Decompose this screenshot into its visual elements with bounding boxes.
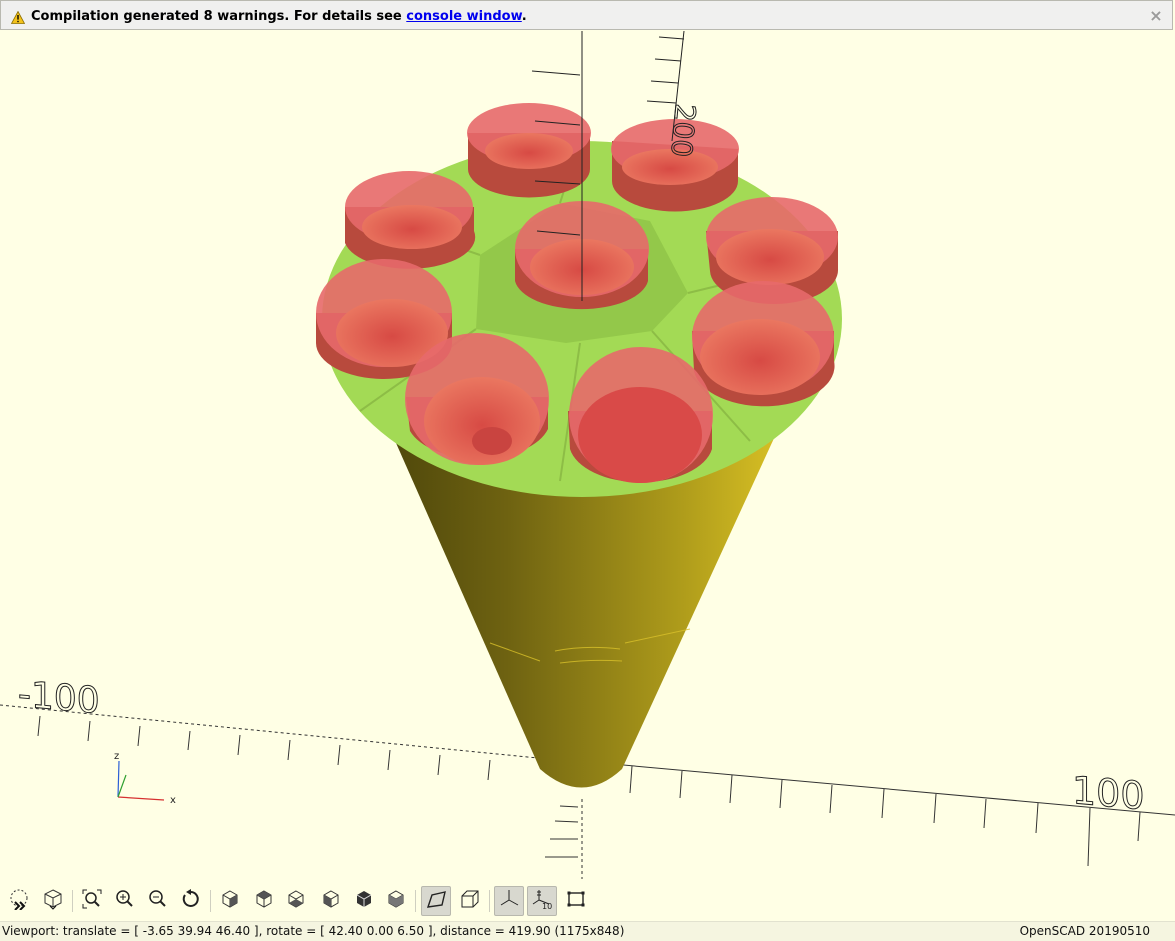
svg-text:10: 10 [542, 902, 552, 910]
reset-view-icon [180, 888, 202, 914]
pos-x-axis-label: 100 [1072, 768, 1146, 819]
view-top-icon [253, 888, 275, 914]
view-left-button[interactable] [316, 886, 346, 916]
view-right-icon [219, 888, 241, 914]
view-front-icon [353, 888, 375, 914]
console-window-link[interactable]: console window [406, 9, 522, 24]
zoom-out-icon [147, 888, 169, 914]
show-axes-icon [498, 888, 520, 914]
zoom-out-button[interactable] [143, 886, 173, 916]
svg-text:100: 100 [1072, 768, 1145, 818]
render-button[interactable] [38, 886, 68, 916]
axes-gizmo: x z [114, 751, 176, 806]
show-scale-markers-button[interactable]: 10 [527, 886, 557, 916]
show-scale-markers-icon: 10 [531, 888, 553, 914]
render-icon [42, 888, 64, 914]
3d-viewport[interactable]: -100 100 200 x z [0, 30, 1175, 879]
reset-view-button[interactable] [176, 886, 206, 916]
svg-text:200: 200 [664, 102, 702, 158]
view-back-button[interactable] [381, 886, 411, 916]
view-all-icon [81, 888, 103, 914]
viewport-toolbar: 10 [0, 882, 1175, 920]
view-top-button[interactable] [249, 886, 279, 916]
view-bottom-button[interactable] [281, 886, 311, 916]
view-right-button[interactable] [215, 886, 245, 916]
svg-text:x: x [170, 795, 176, 806]
show-axes-button[interactable] [494, 886, 524, 916]
warning-bar: Compilation generated 8 warnings. For de… [0, 0, 1173, 30]
perspective-button[interactable] [421, 886, 451, 916]
close-warning-button[interactable]: × [1146, 6, 1166, 26]
view-bottom-icon [285, 888, 307, 914]
show-edges-icon [565, 888, 587, 914]
perspective-icon [425, 888, 447, 914]
version-label: OpenSCAD 20190510 [1019, 924, 1150, 938]
warning-icon [10, 9, 26, 28]
preview-icon [9, 888, 31, 914]
svg-text:z: z [114, 751, 119, 762]
view-back-icon [385, 888, 407, 914]
neg-x-axis-label: -100 [18, 673, 101, 723]
status-bar: Viewport: translate = [ -3.65 39.94 46.4… [0, 921, 1175, 941]
view-left-icon [320, 888, 342, 914]
zoom-in-button[interactable] [110, 886, 140, 916]
orthogonal-button[interactable] [455, 886, 485, 916]
view-all-button[interactable] [77, 886, 107, 916]
orthogonal-icon [459, 888, 481, 914]
pos-z-axis-label: 200 [664, 102, 703, 159]
svg-text:-100: -100 [18, 673, 100, 722]
zoom-in-icon [114, 888, 136, 914]
warning-message: Compilation generated 8 warnings. For de… [31, 9, 527, 24]
preview-button[interactable] [5, 886, 35, 916]
viewport-status-text: Viewport: translate = [ -3.65 39.94 46.4… [2, 924, 625, 938]
view-front-button[interactable] [349, 886, 379, 916]
show-edges-button[interactable] [561, 886, 591, 916]
